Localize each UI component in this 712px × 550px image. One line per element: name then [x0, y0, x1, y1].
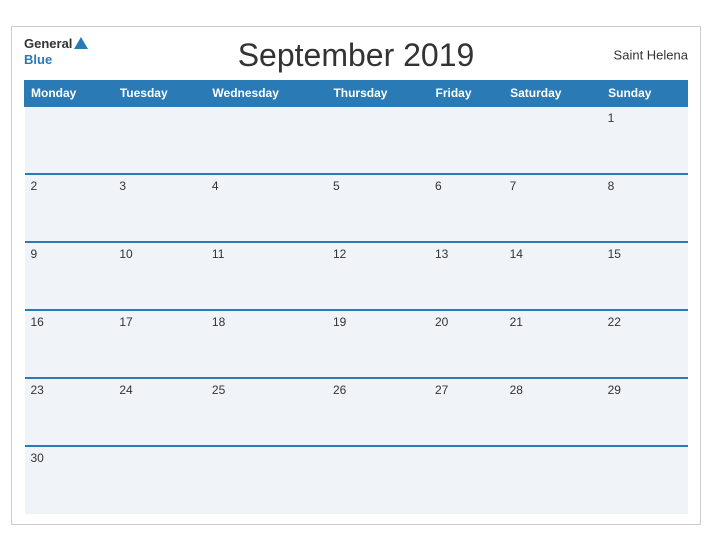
day-number: 5: [333, 179, 340, 193]
table-row: [206, 446, 327, 514]
table-row: 25: [206, 378, 327, 446]
day-number: 24: [119, 383, 132, 397]
table-row: [206, 106, 327, 174]
days-header-row: Monday Tuesday Wednesday Thursday Friday…: [25, 80, 688, 106]
calendar-week-row: 2 3 4 5 6 7 8: [25, 174, 688, 242]
brand-logo: General Blue: [24, 37, 88, 69]
table-row: 10: [113, 242, 206, 310]
table-row: 13: [429, 242, 504, 310]
table-row: 3: [113, 174, 206, 242]
table-row: 12: [327, 242, 429, 310]
table-row: [25, 106, 114, 174]
table-row: 15: [602, 242, 688, 310]
day-number: 13: [435, 247, 448, 261]
calendar-week-row: 16 17 18 19 20 21 22: [25, 310, 688, 378]
table-row: 28: [504, 378, 602, 446]
table-row: [327, 446, 429, 514]
day-number: 16: [31, 315, 44, 329]
table-row: 1: [602, 106, 688, 174]
header-tuesday: Tuesday: [113, 80, 206, 106]
table-row: 30: [25, 446, 114, 514]
calendar-grid: Monday Tuesday Wednesday Thursday Friday…: [24, 80, 688, 514]
table-row: 7: [504, 174, 602, 242]
day-number: 9: [31, 247, 38, 261]
day-number: 25: [212, 383, 225, 397]
day-number: 6: [435, 179, 442, 193]
table-row: 23: [25, 378, 114, 446]
brand-triangle-icon: [74, 37, 88, 49]
table-row: [504, 106, 602, 174]
day-number: 27: [435, 383, 448, 397]
day-number: 10: [119, 247, 132, 261]
header-monday: Monday: [25, 80, 114, 106]
table-row: [602, 446, 688, 514]
header-friday: Friday: [429, 80, 504, 106]
day-number: 12: [333, 247, 346, 261]
brand-general-text: General: [24, 37, 72, 51]
table-row: [327, 106, 429, 174]
table-row: 14: [504, 242, 602, 310]
day-number: 2: [31, 179, 38, 193]
table-row: 4: [206, 174, 327, 242]
calendar-week-row: 23 24 25 26 27 28 29: [25, 378, 688, 446]
brand-blue-text: Blue: [24, 52, 52, 67]
table-row: 19: [327, 310, 429, 378]
table-row: 24: [113, 378, 206, 446]
day-number: 19: [333, 315, 346, 329]
day-number: 22: [608, 315, 621, 329]
table-row: 18: [206, 310, 327, 378]
header-wednesday: Wednesday: [206, 80, 327, 106]
header-thursday: Thursday: [327, 80, 429, 106]
day-number: 26: [333, 383, 346, 397]
table-row: 2: [25, 174, 114, 242]
day-number: 29: [608, 383, 621, 397]
table-row: 26: [327, 378, 429, 446]
calendar-container: General Blue September 2019 Saint Helena…: [11, 26, 701, 525]
table-row: [113, 446, 206, 514]
table-row: [504, 446, 602, 514]
day-number: 1: [608, 111, 615, 125]
day-number: 7: [510, 179, 517, 193]
table-row: 27: [429, 378, 504, 446]
day-number: 4: [212, 179, 219, 193]
table-row: 22: [602, 310, 688, 378]
table-row: 16: [25, 310, 114, 378]
table-row: 6: [429, 174, 504, 242]
day-number: 3: [119, 179, 126, 193]
header-sunday: Sunday: [602, 80, 688, 106]
calendar-week-row: 9 10 11 12 13 14 15: [25, 242, 688, 310]
table-row: 29: [602, 378, 688, 446]
table-row: 17: [113, 310, 206, 378]
day-number: 8: [608, 179, 615, 193]
table-row: [113, 106, 206, 174]
table-row: 20: [429, 310, 504, 378]
day-number: 20: [435, 315, 448, 329]
table-row: [429, 446, 504, 514]
day-number: 11: [212, 247, 224, 261]
day-number: 28: [510, 383, 523, 397]
table-row: 21: [504, 310, 602, 378]
day-number: 21: [510, 315, 523, 329]
header-saturday: Saturday: [504, 80, 602, 106]
table-row: 5: [327, 174, 429, 242]
calendar-week-row: 1: [25, 106, 688, 174]
region-label: Saint Helena: [614, 48, 688, 63]
calendar-header: General Blue September 2019 Saint Helena: [24, 37, 688, 74]
day-number: 17: [119, 315, 132, 329]
day-number: 30: [31, 451, 44, 465]
day-number: 14: [510, 247, 523, 261]
table-row: 9: [25, 242, 114, 310]
table-row: 11: [206, 242, 327, 310]
day-number: 15: [608, 247, 621, 261]
table-row: 8: [602, 174, 688, 242]
calendar-title: September 2019: [238, 37, 475, 74]
table-row: [429, 106, 504, 174]
calendar-week-row: 30: [25, 446, 688, 514]
day-number: 18: [212, 315, 225, 329]
day-number: 23: [31, 383, 44, 397]
